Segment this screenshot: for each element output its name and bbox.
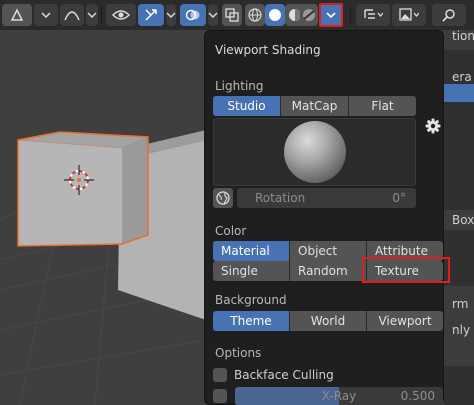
background-theme-option[interactable]: Theme — [213, 311, 290, 331]
header-separator — [350, 6, 351, 24]
cube-selected-front — [18, 140, 122, 246]
visibility-eye-icon[interactable] — [106, 4, 136, 26]
clipped-panel-text: tion — [452, 29, 474, 43]
background-mode-selector: Theme World Viewport — [213, 311, 443, 331]
studio-sphere-preview — [283, 121, 346, 183]
rotation-field[interactable]: Rotation 0° — [237, 188, 416, 208]
viewport-shading-popover: Viewport Shading Lighting Studio MatCap … — [204, 30, 450, 405]
viewport-scene — [0, 130, 206, 405]
wireframe-shading-icon[interactable] — [245, 4, 265, 26]
clipped-panel-text: era — [452, 70, 472, 84]
color-object-option[interactable]: Object — [290, 241, 367, 261]
xray-toggle-icon[interactable] — [222, 4, 242, 26]
background-viewport-option[interactable]: Viewport — [367, 311, 443, 331]
color-random-option[interactable]: Random — [290, 261, 367, 281]
background-world-option[interactable]: World — [290, 311, 367, 331]
outliner-filter-icon[interactable] — [356, 4, 390, 26]
color-material-option[interactable]: Material — [213, 241, 290, 261]
header-separator — [101, 6, 102, 24]
image-display-icon[interactable] — [392, 4, 426, 26]
xray-checkbox[interactable] — [213, 389, 227, 403]
gizmo-icon[interactable] — [138, 4, 164, 26]
gizmo-chevron-icon[interactable] — [166, 4, 176, 26]
options-label: Options — [215, 346, 262, 360]
viewport-header — [0, 0, 474, 30]
dropdown-chevron-icon[interactable] — [34, 4, 58, 26]
lighting-studio-option[interactable]: Studio — [213, 96, 281, 116]
clipped-panel-text: rm — [452, 297, 469, 311]
lighting-mode-selector: Studio MatCap Flat — [213, 96, 416, 116]
shading-popover-chevron-icon[interactable] — [319, 3, 343, 27]
overlay-chevron-icon[interactable] — [208, 4, 218, 26]
rendered-shading-icon[interactable] — [300, 4, 318, 26]
cube-selected-side — [122, 137, 148, 244]
3d-viewport[interactable] — [0, 30, 206, 405]
world-space-lighting-icon[interactable] — [213, 188, 233, 208]
color-single-option[interactable]: Single — [213, 261, 290, 281]
xray-row: X-Ray 0.500 — [213, 387, 443, 405]
color-label: Color — [215, 224, 247, 238]
rotation-value: 0° — [392, 191, 406, 205]
backface-culling-checkbox[interactable] — [213, 368, 227, 382]
xray-alpha-slider[interactable]: X-Ray 0.500 — [235, 387, 443, 405]
lighting-matcap-option[interactable]: MatCap — [281, 96, 349, 116]
lighting-flat-option[interactable]: Flat — [349, 96, 416, 116]
rotation-label: Rotation — [255, 191, 306, 205]
object-mode-icon[interactable] — [2, 4, 32, 26]
pivot-chevron-icon[interactable] — [86, 4, 98, 26]
clipped-panel-text: Box — [452, 213, 474, 227]
lighting-label: Lighting — [215, 79, 264, 93]
search-icon[interactable] — [432, 4, 466, 26]
overlay-icon[interactable] — [180, 4, 206, 26]
studio-light-preview[interactable] — [213, 118, 416, 186]
backface-culling-label: Backface Culling — [234, 368, 334, 382]
proportional-falloff-icon[interactable] — [60, 4, 84, 26]
popover-title: Viewport Shading — [215, 43, 321, 57]
gear-icon[interactable] — [425, 118, 441, 134]
texture-highlight-box — [362, 257, 450, 283]
solid-shading-icon[interactable] — [265, 4, 285, 26]
background-label: Background — [215, 293, 287, 307]
clipped-panel-text: nly — [452, 323, 471, 337]
xray-value: 0.500 — [400, 389, 435, 403]
backface-culling-toggle[interactable]: Backface Culling — [213, 366, 334, 384]
